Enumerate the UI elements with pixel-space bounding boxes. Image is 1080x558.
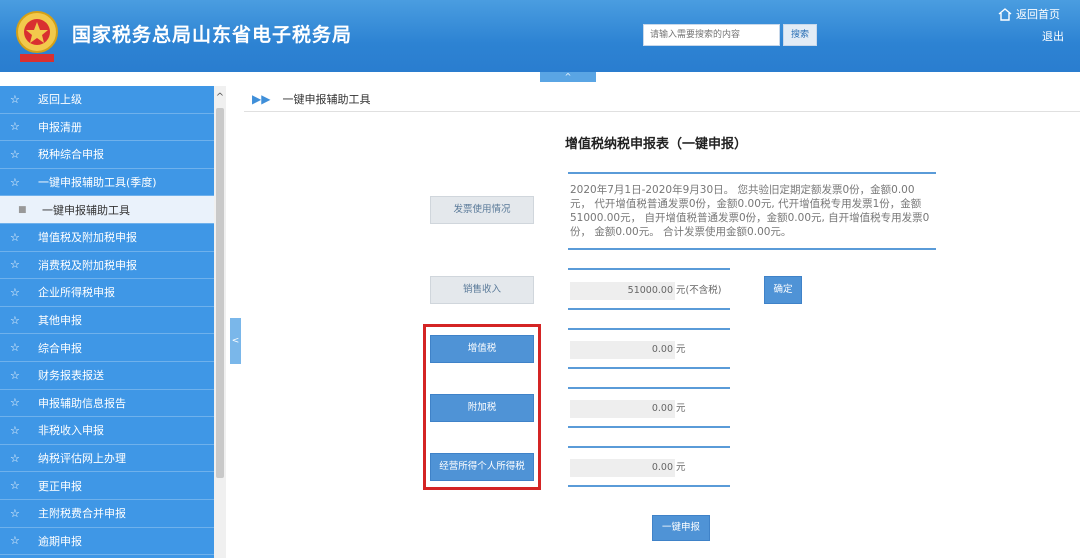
divider <box>568 367 730 369</box>
divider <box>568 387 730 389</box>
sidebar-item-comprehensive[interactable]: ☆ 税种综合申报 <box>0 141 214 169</box>
sidebar-item-label: 逾期申报 <box>38 534 82 548</box>
one-click-submit-button[interactable]: 一键申报 <box>652 515 710 541</box>
invoice-usage-button[interactable]: 发票使用情况 <box>430 196 534 224</box>
personal-income-unit-label: 元 <box>676 462 686 473</box>
sidebar-item-label: 税种综合申报 <box>38 148 104 162</box>
star-icon: ☆ <box>10 341 20 355</box>
sales-unit-label: 元(不含税) <box>676 285 722 296</box>
star-icon: ☆ <box>10 147 20 161</box>
divider <box>568 308 730 310</box>
divider <box>568 485 730 487</box>
sidebar-item-overdue[interactable]: ☆ 逾期申报 <box>0 528 214 556</box>
vat-amount-field: 0.00 <box>570 341 675 359</box>
sidebar-item-label: 申报辅助信息报告 <box>38 396 126 410</box>
sidebar-item-non-tax[interactable]: ☆ 非税收入申报 <box>0 417 214 445</box>
sidebar-item-label: 返回上级 <box>38 93 82 107</box>
header-collapse-toggle[interactable]: ^ <box>540 72 596 82</box>
star-icon: ☆ <box>10 92 20 106</box>
sidebar-item-label: 增值税及附加税申报 <box>38 231 137 245</box>
bullet-icon: ■ <box>18 204 27 215</box>
form-title: 增值税纳税申报表（一键申报） <box>565 137 748 152</box>
star-icon: ☆ <box>10 396 20 410</box>
star-icon: ☆ <box>10 175 20 189</box>
vat-unit-label: 元 <box>676 344 686 355</box>
sidebar-item-label: 综合申报 <box>38 341 82 355</box>
divider <box>568 446 730 448</box>
sidebar-item-corporate-income-tax[interactable]: ☆ 企业所得税申报 <box>0 279 214 307</box>
divider <box>568 426 730 428</box>
sidebar-item-declaration-list[interactable]: ☆ 申报清册 <box>0 114 214 142</box>
star-icon: ☆ <box>10 534 20 548</box>
sidebar-item-consumption-tax[interactable]: ☆ 消费税及附加税申报 <box>0 252 214 280</box>
double-arrow-icon: ▶▶ <box>252 91 271 106</box>
search-button[interactable]: 搜索 <box>783 24 817 46</box>
sidebar-item-label: 其他申报 <box>38 314 82 328</box>
sidebar-subitem-quick-tool[interactable]: ■ 一键申报辅助工具 <box>0 196 214 224</box>
breadcrumb: ▶▶ 一键申报辅助工具 <box>244 86 1080 112</box>
star-icon: ☆ <box>10 368 20 382</box>
scroll-up-icon[interactable]: ^ <box>214 92 226 106</box>
star-icon: ☆ <box>10 313 20 327</box>
divider <box>568 328 730 330</box>
sidebar-item-quick-tool-quarterly[interactable]: ☆ 一键申报辅助工具(季度) <box>0 169 214 197</box>
home-label: 返回首页 <box>1016 8 1060 21</box>
sidebar-item-merged[interactable]: ☆ 主附税费合并申报 <box>0 500 214 528</box>
sidebar-item-label: 申报清册 <box>38 120 82 134</box>
confirm-button[interactable]: 确定 <box>764 276 802 304</box>
home-link[interactable]: 返回首页 <box>998 6 1060 22</box>
home-icon <box>998 7 1012 21</box>
sidebar-item-back[interactable]: ☆ 返回上级 <box>0 86 214 114</box>
breadcrumb-label: 一键申报辅助工具 <box>282 92 371 106</box>
search-input[interactable] <box>643 24 780 46</box>
sidebar-item-label: 企业所得税申报 <box>38 286 115 300</box>
star-icon: ☆ <box>10 506 20 520</box>
tax-emblem-logo <box>16 11 58 62</box>
star-icon: ☆ <box>10 230 20 244</box>
surtax-amount-field: 0.00 <box>570 400 675 418</box>
sidebar-menu: ☆ 返回上级 ☆ 申报清册 ☆ 税种综合申报 ☆ 一键申报辅助工具(季度) ■ 一键申报辅… <box>0 86 214 558</box>
sales-amount-field[interactable]: 51000.00 <box>570 282 675 300</box>
star-icon: ☆ <box>10 258 20 272</box>
sidebar-collapse-toggle[interactable]: < <box>230 318 241 364</box>
red-highlight-box <box>423 324 541 490</box>
sidebar-item-label: 一键申报辅助工具 <box>42 203 130 217</box>
sidebar-item-combined[interactable]: ☆ 综合申报 <box>0 334 214 362</box>
sales-income-button[interactable]: 销售收入 <box>430 276 534 304</box>
divider <box>568 268 730 270</box>
sidebar-item-label: 财务报表报送 <box>38 369 104 383</box>
sidebar-item-vat[interactable]: ☆ 增值税及附加税申报 <box>0 224 214 252</box>
sidebar-item-label: 非税收入申报 <box>38 424 104 438</box>
sidebar-item-label: 纳税评估网上办理 <box>38 452 126 466</box>
star-icon: ☆ <box>10 285 20 299</box>
star-icon: ☆ <box>10 479 20 493</box>
header-bar: 国家税务总局山东省电子税务局 搜索 返回首页 退出 <box>0 0 1080 72</box>
personal-income-amount-field: 0.00 <box>570 459 675 477</box>
sidebar-item-financial-report[interactable]: ☆ 财务报表报送 <box>0 362 214 390</box>
logout-link[interactable]: 退出 <box>1042 28 1064 44</box>
sidebar-item-label: 主附税费合并申报 <box>38 507 126 521</box>
star-icon: ☆ <box>10 120 20 134</box>
sidebar-item-label: 消费税及附加税申报 <box>38 258 137 272</box>
sidebar-item-assessment[interactable]: ☆ 纳税评估网上办理 <box>0 445 214 473</box>
sidebar-item-correction[interactable]: ☆ 更正申报 <box>0 472 214 500</box>
sidebar-item-label: 一键申报辅助工具(季度) <box>38 176 157 190</box>
sidebar-item-aux-info[interactable]: ☆ 申报辅助信息报告 <box>0 390 214 418</box>
sidebar-item-label: 更正申报 <box>38 479 82 493</box>
site-title: 国家税务总局山东省电子税务局 <box>72 24 353 46</box>
invoice-summary-text: 2020年7月1日-2020年9月30日。 您共验旧定期定额发票0份，金额0.0… <box>568 172 936 250</box>
scroll-thumb[interactable] <box>216 108 224 478</box>
sidebar-item-other[interactable]: ☆ 其他申报 <box>0 307 214 335</box>
surtax-unit-label: 元 <box>676 403 686 414</box>
star-icon: ☆ <box>10 423 20 437</box>
star-icon: ☆ <box>10 451 20 465</box>
